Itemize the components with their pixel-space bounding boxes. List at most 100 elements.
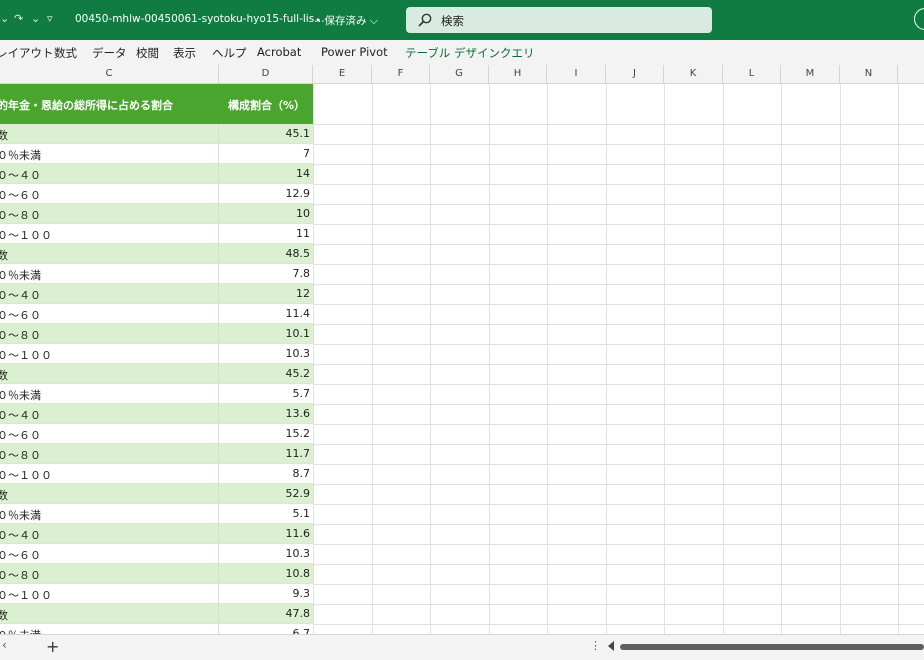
column-header-h[interactable]: H bbox=[489, 65, 547, 83]
tab-power-pivot[interactable]: Power Pivot bbox=[321, 45, 388, 59]
column-header-c[interactable]: C bbox=[0, 65, 219, 83]
table-row[interactable]: ８０～１００ 8.7 bbox=[0, 464, 313, 484]
column-header-m[interactable]: M bbox=[781, 65, 840, 83]
cell-category[interactable]: ８０～１００ bbox=[0, 467, 52, 483]
worksheet-grid[interactable]: 公的年金・恩給の総所得に占める割合 構成割合（%） 総数 45.1 ２０％未満 7 ２０… bbox=[0, 84, 924, 634]
cell-share-value[interactable]: 6.7 bbox=[220, 627, 311, 634]
cell-category[interactable]: ８０～１００ bbox=[0, 587, 52, 603]
table-row[interactable]: ６０～８０ 11.7 bbox=[0, 444, 313, 464]
cell-category[interactable]: ４０～６０ bbox=[0, 187, 41, 203]
redo-icon[interactable]: ↷ bbox=[14, 12, 23, 25]
cell-category[interactable]: ６０～８０ bbox=[0, 207, 41, 223]
table-row[interactable]: ２０％未満 7.8 bbox=[0, 264, 313, 284]
cell-share-value[interactable]: 10.8 bbox=[220, 567, 311, 580]
table-row[interactable]: 総数 45.1 bbox=[0, 124, 313, 144]
cell-share-value[interactable]: 47.8 bbox=[220, 607, 311, 620]
cell-category[interactable]: ６０～８０ bbox=[0, 447, 41, 463]
column-header-l[interactable]: L bbox=[723, 65, 781, 83]
save-status[interactable]: • 保存済み ⌵ bbox=[315, 13, 378, 28]
table-row[interactable]: ４０～６０ 12.9 bbox=[0, 184, 313, 204]
scroll-left-arrow-icon[interactable] bbox=[608, 641, 614, 651]
tab-query[interactable]: クエリ bbox=[500, 45, 535, 61]
cell-category[interactable]: 総数 bbox=[0, 487, 8, 503]
search-box[interactable]: 検索 bbox=[406, 7, 712, 33]
cell-category[interactable]: ２０％未満 bbox=[0, 387, 41, 403]
cell-category[interactable]: ２０～４０ bbox=[0, 167, 41, 183]
cell-share-value[interactable]: 7.8 bbox=[220, 267, 311, 280]
table-row[interactable]: ４０～６０ 10.3 bbox=[0, 544, 313, 564]
chevron-down-icon[interactable]: ⌄ bbox=[31, 12, 40, 25]
cell-category[interactable]: ８０～１００ bbox=[0, 227, 52, 243]
cell-share-value[interactable]: 10 bbox=[220, 207, 310, 220]
column-header-n[interactable]: N bbox=[840, 65, 898, 83]
header-cell-share[interactable]: 構成割合（%） bbox=[220, 97, 313, 113]
table-row[interactable]: 総数 45.2 bbox=[0, 364, 313, 384]
cell-share-value[interactable]: 14 bbox=[220, 167, 310, 180]
table-row[interactable]: ８０～１００ 10.3 bbox=[0, 344, 313, 364]
cell-category[interactable]: 総数 bbox=[0, 127, 8, 143]
cell-share-value[interactable]: 9.3 bbox=[220, 587, 311, 600]
cell-category[interactable]: ６０～８０ bbox=[0, 327, 41, 343]
cell-share-value[interactable]: 45.1 bbox=[220, 127, 311, 140]
table-row[interactable]: ２０～４０ 13.6 bbox=[0, 404, 313, 424]
cell-category[interactable]: 総数 bbox=[0, 247, 8, 263]
column-header-f[interactable]: F bbox=[372, 65, 430, 83]
table-row[interactable]: ２０％未満 5.1 bbox=[0, 504, 313, 524]
cell-share-value[interactable]: 5.1 bbox=[220, 507, 311, 520]
cell-share-value[interactable]: 11 bbox=[220, 227, 310, 240]
table-row[interactable]: ２０％未満 6.7 bbox=[0, 624, 313, 634]
cell-category[interactable]: ２０～４０ bbox=[0, 287, 41, 303]
column-header-e[interactable]: E bbox=[313, 65, 372, 83]
cell-share-value[interactable]: 11.7 bbox=[220, 447, 311, 460]
cell-share-value[interactable]: 5.7 bbox=[220, 387, 311, 400]
table-row[interactable]: ４０～６０ 11.4 bbox=[0, 304, 313, 324]
cell-category[interactable]: ４０～６０ bbox=[0, 307, 41, 323]
tab-help[interactable]: ヘルプ bbox=[212, 45, 247, 61]
table-header-row[interactable]: 公的年金・恩給の総所得に占める割合 構成割合（%） bbox=[0, 84, 313, 124]
chevron-left-icon[interactable]: ‹ bbox=[2, 638, 7, 652]
cell-share-value[interactable]: 10.3 bbox=[220, 347, 311, 360]
table-row[interactable]: ４０～６０ 15.2 bbox=[0, 424, 313, 444]
cell-share-value[interactable]: 11.4 bbox=[220, 307, 311, 320]
tab-page-layout[interactable]: レイアウト bbox=[0, 45, 54, 61]
cell-share-value[interactable]: 13.6 bbox=[220, 407, 311, 420]
table-row[interactable]: ２０～４０ 11.6 bbox=[0, 524, 313, 544]
cell-category[interactable]: 総数 bbox=[0, 607, 8, 623]
table-row[interactable]: ６０～８０ 10.1 bbox=[0, 324, 313, 344]
cell-category[interactable]: ２０％未満 bbox=[0, 147, 41, 163]
more-options-icon[interactable]: ⋮ bbox=[590, 639, 601, 652]
cell-category[interactable]: ４０～６０ bbox=[0, 427, 41, 443]
column-header-j[interactable]: J bbox=[606, 65, 664, 83]
add-sheet-button[interactable]: + bbox=[46, 637, 59, 656]
cell-share-value[interactable]: 11.6 bbox=[220, 527, 311, 540]
cell-share-value[interactable]: 8.7 bbox=[220, 467, 311, 480]
cell-category[interactable]: ２０％未満 bbox=[0, 267, 41, 283]
tab-view[interactable]: 表示 bbox=[173, 45, 196, 61]
column-header-k[interactable]: K bbox=[664, 65, 723, 83]
table-row[interactable]: ２０％未満 5.7 bbox=[0, 384, 313, 404]
cell-share-value[interactable]: 45.2 bbox=[220, 367, 311, 380]
tab-review[interactable]: 校閲 bbox=[136, 45, 159, 61]
undo-icon[interactable]: ⌄ bbox=[0, 12, 9, 25]
cell-share-value[interactable]: 10.1 bbox=[220, 327, 311, 340]
cell-category[interactable]: 総数 bbox=[0, 367, 8, 383]
cell-category[interactable]: ８０～１００ bbox=[0, 347, 52, 363]
document-title[interactable]: 00450-mhlw-00450061-syotoku-hyo15-full-l… bbox=[75, 13, 325, 25]
cell-share-value[interactable]: 12 bbox=[220, 287, 310, 300]
horizontal-scrollbar[interactable] bbox=[620, 644, 924, 650]
avatar[interactable] bbox=[914, 8, 924, 30]
cell-category[interactable]: ４０～６０ bbox=[0, 547, 41, 563]
cell-category[interactable]: ２０％未満 bbox=[0, 507, 41, 523]
cell-share-value[interactable]: 15.2 bbox=[220, 427, 311, 440]
tab-table-design[interactable]: テーブル デザイン bbox=[405, 45, 500, 61]
header-cell-ratio[interactable]: 公的年金・恩給の総所得に占める割合 bbox=[0, 97, 173, 113]
quick-access-customize-icon[interactable]: ▿ bbox=[47, 12, 53, 25]
tab-formulas[interactable]: 数式 bbox=[54, 45, 77, 61]
table-row[interactable]: ２０～４０ 12 bbox=[0, 284, 313, 304]
cell-share-value[interactable]: 12.9 bbox=[220, 187, 311, 200]
cell-share-value[interactable]: 52.9 bbox=[220, 487, 311, 500]
table-row[interactable]: 総数 48.5 bbox=[0, 244, 313, 264]
cell-share-value[interactable]: 7 bbox=[220, 147, 310, 160]
table-row[interactable]: 総数 52.9 bbox=[0, 484, 313, 504]
column-header-g[interactable]: G bbox=[430, 65, 489, 83]
